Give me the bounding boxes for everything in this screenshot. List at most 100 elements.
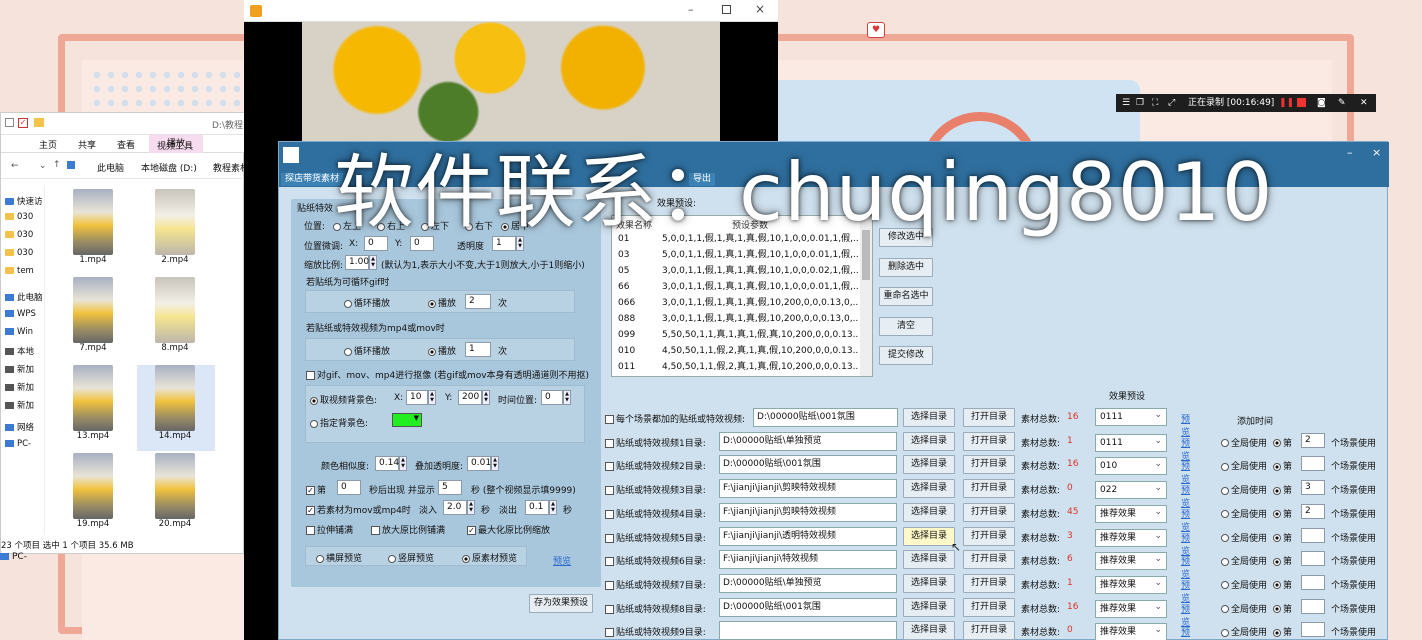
- breadcrumb-pc[interactable]: 此电脑: [97, 161, 124, 174]
- file-thumbnail[interactable]: 7.mp4: [73, 277, 123, 353]
- scene-index-input[interactable]: [1301, 551, 1325, 567]
- sidebar-item[interactable]: WPS: [5, 309, 36, 322]
- file-thumbnail[interactable]: 1.mp4: [73, 189, 123, 265]
- keying-checkbox[interactable]: 对gif、mov、mp4进行抠像 (若gif或mov本身有透明通道则不用抠): [306, 368, 589, 381]
- mov-play-radio[interactable]: 播放: [428, 344, 456, 357]
- row-checkbox[interactable]: 贴纸或特效视频8目录:: [605, 602, 706, 615]
- scene-index-input[interactable]: [1301, 456, 1325, 472]
- effect-preset-select[interactable]: 0111: [1095, 433, 1167, 452]
- row-checkbox[interactable]: 每个场景都加的贴纸或特效视频:: [605, 412, 745, 425]
- scene-index-input[interactable]: 2: [1301, 503, 1325, 519]
- row-preview-link[interactable]: 预览: [1181, 602, 1190, 628]
- choose-directory-button[interactable]: 选择目录: [903, 455, 955, 475]
- open-directory-button[interactable]: 打开目录: [963, 621, 1015, 640]
- effect-preset-select[interactable]: 推荐效果: [1095, 575, 1167, 594]
- sidebar-item[interactable]: 新加: [5, 381, 34, 394]
- choose-directory-button[interactable]: 选择目录: [903, 550, 955, 570]
- camera-icon[interactable]: ◙: [1317, 94, 1326, 112]
- ribbon-tab-video-tools[interactable]: 视频工具: [157, 139, 193, 152]
- directory-path-input[interactable]: [719, 621, 897, 640]
- choose-directory-button[interactable]: 选择目录: [903, 573, 955, 593]
- file-thumbnail[interactable]: 2.mp4: [155, 189, 205, 265]
- row-preview-link[interactable]: 预览: [1181, 554, 1190, 580]
- scene-index-input[interactable]: 2: [1301, 432, 1325, 448]
- directory-path-input[interactable]: D:\00000贴纸\001氛围: [719, 455, 897, 475]
- global-use-radio[interactable]: 全局使用: [1221, 483, 1267, 496]
- directory-path-input[interactable]: D:\00000贴纸\001氛围: [753, 408, 898, 427]
- open-directory-button[interactable]: 打开目录: [963, 573, 1015, 593]
- global-use-radio[interactable]: 全局使用: [1221, 459, 1267, 472]
- row-checkbox[interactable]: 贴纸或特效视频4目录:: [605, 507, 706, 520]
- row-preview-link[interactable]: 预览: [1181, 459, 1190, 485]
- effect-preset-select[interactable]: 推荐效果: [1095, 551, 1167, 571]
- directory-path-input[interactable]: D:\00000贴纸\单独预览: [719, 573, 897, 593]
- effect-preset-select[interactable]: 推荐效果: [1095, 599, 1167, 618]
- row-checkbox[interactable]: 贴纸或特效视频3目录:: [605, 483, 706, 496]
- bg-x-spinner[interactable]: ▲ ▼: [428, 390, 436, 405]
- maximize-icon[interactable]: [722, 5, 731, 14]
- mov-loop-radio[interactable]: 循环播放: [344, 344, 390, 357]
- choose-directory-button[interactable]: 选择目录: [903, 502, 955, 522]
- scene-index-input[interactable]: 3: [1301, 480, 1325, 496]
- file-thumbnail[interactable]: 8.mp4: [155, 277, 205, 353]
- row-preview-link[interactable]: 预览: [1181, 625, 1190, 640]
- file-thumbnail[interactable]: 14.mp4: [155, 365, 205, 441]
- open-directory-button[interactable]: 打开目录: [963, 455, 1015, 475]
- open-directory-button[interactable]: 打开目录: [963, 526, 1015, 546]
- sidebar-item[interactable]: 新加: [5, 399, 34, 412]
- global-use-radio[interactable]: 全局使用: [1221, 602, 1267, 615]
- scene-nth-radio[interactable]: 第: [1273, 531, 1292, 544]
- gif-times-input[interactable]: 2: [465, 294, 491, 309]
- bg-y-input[interactable]: 200: [458, 390, 482, 405]
- global-use-radio[interactable]: 全局使用: [1221, 507, 1267, 520]
- scene-nth-radio[interactable]: 第: [1273, 602, 1292, 615]
- mov-times-input[interactable]: 1: [465, 342, 491, 357]
- window-icon[interactable]: ❐: [1136, 94, 1144, 112]
- row-preview-link[interactable]: 预览: [1181, 578, 1190, 604]
- check-icon[interactable]: ✓: [18, 118, 28, 128]
- row-checkbox[interactable]: 贴纸或特效视频6目录:: [605, 554, 706, 567]
- row-checkbox[interactable]: 贴纸或特效视频2目录:: [605, 459, 706, 472]
- time-position-input[interactable]: 0: [541, 390, 563, 405]
- sidebar-item[interactable]: 030: [5, 248, 33, 261]
- gif-play-radio[interactable]: 播放: [428, 296, 456, 309]
- directory-path-input[interactable]: D:\00000贴纸\单独预览: [719, 431, 897, 451]
- submit-changes-button[interactable]: 提交修改: [879, 346, 933, 365]
- global-use-radio[interactable]: 全局使用: [1221, 554, 1267, 567]
- preset-row[interactable]: 066 3,0,0,1,1,假,1,真,1,真,假,10,200,0,0,0.13…: [612, 296, 860, 311]
- file-thumbnail[interactable]: 19.mp4: [73, 453, 123, 529]
- row-checkbox[interactable]: 贴纸或特效视频5目录:: [605, 531, 706, 544]
- effect-preset-select[interactable]: 0111: [1095, 407, 1167, 426]
- bg-y-spinner[interactable]: ▲ ▼: [482, 390, 490, 405]
- ribbon-tab-share[interactable]: 共享: [78, 138, 96, 151]
- row-preview-link[interactable]: 预览: [1181, 483, 1190, 509]
- effect-preset-select[interactable]: 推荐效果: [1095, 528, 1167, 547]
- row-preview-link[interactable]: 预览: [1181, 436, 1190, 462]
- open-directory-button[interactable]: 打开目录: [963, 408, 1015, 427]
- global-use-radio[interactable]: 全局使用: [1221, 625, 1267, 638]
- ribbon-tab-view[interactable]: 查看: [117, 138, 135, 151]
- directory-path-input[interactable]: D:\00000贴纸\001氛围: [719, 597, 897, 617]
- breadcrumb-disk[interactable]: 本地磁盘 (D:): [141, 161, 197, 174]
- pen-icon[interactable]: ✎: [1338, 94, 1346, 112]
- quick-access-icon[interactable]: [5, 118, 14, 127]
- row-checkbox[interactable]: 贴纸或特效视频1目录:: [605, 436, 706, 449]
- scene-nth-radio[interactable]: 第: [1273, 625, 1292, 638]
- preset-row[interactable]: 088 3,0,0,1,1,假,1,真,1,真,假,10,200,0,0,0.13…: [612, 312, 860, 327]
- sidebar-item[interactable]: tem: [5, 266, 34, 279]
- effect-preset-select[interactable]: 推荐效果: [1095, 504, 1167, 523]
- open-directory-button[interactable]: 打开目录: [963, 597, 1015, 617]
- sidebar-item[interactable]: PC-: [5, 439, 31, 452]
- ribbon-tab-home[interactable]: 主页: [39, 138, 57, 151]
- scene-nth-radio[interactable]: 第: [1273, 459, 1292, 472]
- rename-selected-button[interactable]: 重命名选中: [879, 287, 933, 306]
- scene-nth-radio[interactable]: 第: [1273, 436, 1292, 449]
- sidebar-item[interactable]: 快速访: [5, 195, 43, 208]
- choose-directory-button[interactable]: 选择目录: [903, 526, 955, 546]
- folder-icon[interactable]: [34, 118, 44, 127]
- preset-row[interactable]: 099 5,50,50,1,1,真,1,真,1,假,真,10,200,0,0,0.…: [612, 328, 860, 343]
- take-bg-radio[interactable]: 取视频背景色:: [310, 393, 377, 406]
- sidebar-item[interactable]: 030: [5, 230, 33, 243]
- sidebar-item[interactable]: Win: [5, 327, 33, 340]
- row-preview-link[interactable]: 预览: [1181, 412, 1190, 438]
